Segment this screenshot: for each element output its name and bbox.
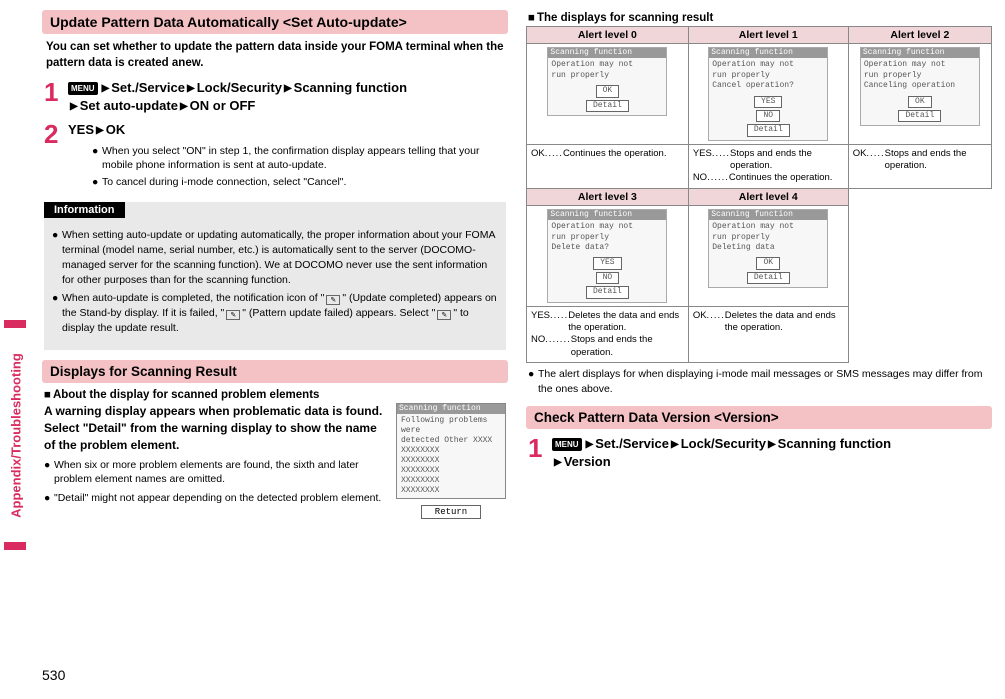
alert-level-table: Alert level 0 Alert level 1 Alert level … <box>526 26 992 363</box>
th-alert-0: Alert level 0 <box>527 27 689 44</box>
step-1: 1 MENU▶Set./Service▶Lock/Security▶Scanni… <box>44 79 506 115</box>
desc-alert-3: YES.....Deletes the data and ends the op… <box>527 306 689 362</box>
side-tab-label: Appendix/Troubleshooting <box>9 336 24 536</box>
step2-bullet-1: When you select "ON" in step 1, the conf… <box>102 144 506 173</box>
version-step-path: MENU▶Set./Service▶Lock/Security▶Scanning… <box>552 435 990 471</box>
alert-footnote: The alert displays for when displaying i… <box>538 367 990 396</box>
page-number: 530 <box>42 667 65 683</box>
info-bullet-1: When setting auto-update or updating aut… <box>62 228 498 289</box>
update-result-icon: ✎ <box>437 310 451 320</box>
step-number-2: 2 <box>44 121 68 195</box>
section-header-auto-update: Update Pattern Data Automatically <Set A… <box>42 10 508 34</box>
problem-list-screenshot: Scanning function Following problems wer… <box>396 403 506 519</box>
step-1-path: MENU▶Set./Service▶Lock/Security▶Scanning… <box>68 79 506 115</box>
step2-bullet-2: To cancel during i-mode connection, sele… <box>102 175 346 190</box>
return-button-graphic: Return <box>421 505 481 519</box>
section-header-scanning-result: Displays for Scanning Result <box>42 360 508 383</box>
step-2: 2 YES▶OK ●When you select "ON" in step 1… <box>44 121 506 195</box>
subheading-scanned-elements: About the display for scanned problem el… <box>44 389 506 401</box>
desc-alert-2: OK.....Stops and ends the operation. <box>848 144 991 188</box>
scan-bullet-1: When six or more problem elements are fo… <box>54 458 388 487</box>
desc-alert-0: OK.....Continues the operation. <box>527 144 689 188</box>
information-header: Information <box>44 202 125 218</box>
scan-bullet-2: "Detail" might not appear depending on t… <box>54 491 381 506</box>
screen-alert-3: Scanning function Operation may notrun p… <box>527 205 689 306</box>
triangle-icon: ▶ <box>102 83 110 94</box>
th-alert-4: Alert level 4 <box>688 188 848 205</box>
section-header-version: Check Pattern Data Version <Version> <box>526 406 992 429</box>
menu-icon: MENU <box>552 438 582 451</box>
scan-result-lead: A warning display appears when problemat… <box>44 403 388 453</box>
version-step-number: 1 <box>528 435 552 471</box>
th-alert-2: Alert level 2 <box>848 27 991 44</box>
screen-alert-2: Scanning function Operation may notrun p… <box>848 44 991 145</box>
left-column: Update Pattern Data Automatically <Set A… <box>42 10 508 525</box>
update-complete-icon: ✎ <box>326 295 340 305</box>
right-column: The displays for scanning result Alert l… <box>526 10 992 525</box>
intro-text: You can set whether to update the patter… <box>46 40 504 71</box>
version-step-1: 1 MENU▶Set./Service▶Lock/Security▶Scanni… <box>528 435 990 471</box>
th-alert-1: Alert level 1 <box>688 27 848 44</box>
step-number-1: 1 <box>44 79 68 115</box>
screen-alert-1: Scanning function Operation may notrun p… <box>688 44 848 145</box>
menu-icon: MENU <box>68 82 98 95</box>
information-box: Information ●When setting auto-update or… <box>44 202 506 351</box>
info-bullet-2: When auto-update is completed, the notif… <box>62 291 498 337</box>
screen-alert-4: Scanning function Operation may notrun p… <box>688 205 848 306</box>
desc-alert-1: YES.....Stops and ends the operation. NO… <box>688 144 848 188</box>
subheading-displays-scanning: The displays for scanning result <box>528 12 990 24</box>
side-tab: Appendix/Troubleshooting <box>4 320 26 550</box>
update-failed-icon: ✎ <box>226 310 240 320</box>
th-alert-3: Alert level 3 <box>527 188 689 205</box>
desc-alert-4: OK.....Deletes the data and ends the ope… <box>688 306 848 362</box>
step-2-path: YES▶OK <box>68 121 506 139</box>
screen-alert-0: Scanning function Operation may notrun p… <box>527 44 689 145</box>
